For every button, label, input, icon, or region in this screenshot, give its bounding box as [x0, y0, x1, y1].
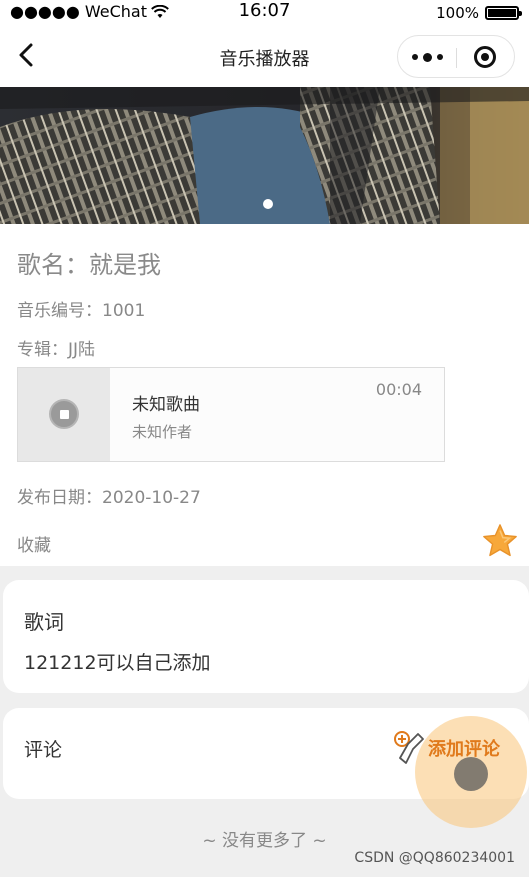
- touch-point: [454, 757, 488, 791]
- song-title: 歌名：就是我: [17, 251, 161, 279]
- audio-author: 未知作者: [132, 423, 193, 441]
- release-date: 发布日期：2020-10-27: [17, 488, 201, 508]
- battery-icon: [485, 6, 522, 20]
- comments-title: 评论: [24, 739, 63, 761]
- watermark: CSDN @QQ860234001: [354, 850, 515, 866]
- more-dots-icon[interactable]: [412, 49, 446, 65]
- battery-percentage: 100%: [436, 4, 479, 22]
- audio-duration: 00:04: [375, 380, 422, 399]
- album-name: 专辑：JJ陆: [17, 340, 96, 360]
- lyrics-title: 歌词: [24, 610, 64, 634]
- capsule-divider: [456, 48, 457, 68]
- status-bar: ●●●●● WeChat 16:07 100%: [0, 0, 529, 26]
- lyrics-card: 歌词 121212可以自己添加: [3, 580, 529, 693]
- song-number: 音乐编号：1001: [17, 301, 146, 321]
- audio-name: 未知歌曲: [132, 395, 200, 415]
- lyrics-text: 121212可以自己添加: [24, 652, 211, 674]
- stop-icon[interactable]: [49, 399, 79, 429]
- add-comment-label: 添加评论: [428, 739, 500, 760]
- record-target-icon[interactable]: [474, 46, 496, 68]
- battery-status: 100%: [436, 4, 522, 22]
- add-comment-button[interactable]: 添加评论: [392, 730, 500, 766]
- navigation-bar: 音乐播放器: [0, 26, 529, 87]
- carousel-indicator: [263, 199, 273, 209]
- song-info-section: 歌名：就是我 音乐编号：1001 专辑：JJ陆 未知歌曲 未知作者 00:04 …: [0, 224, 529, 566]
- audio-player: 未知歌曲 未知作者 00:04: [17, 367, 445, 462]
- banner-carousel[interactable]: [0, 87, 529, 224]
- favorite-label: 收藏: [17, 536, 51, 556]
- audio-cover: [18, 368, 110, 461]
- star-icon[interactable]: [481, 522, 519, 560]
- edit-comment-icon: [394, 731, 424, 764]
- no-more-hint: ~ 没有更多了 ~: [202, 831, 327, 851]
- mini-program-capsule: [397, 35, 515, 78]
